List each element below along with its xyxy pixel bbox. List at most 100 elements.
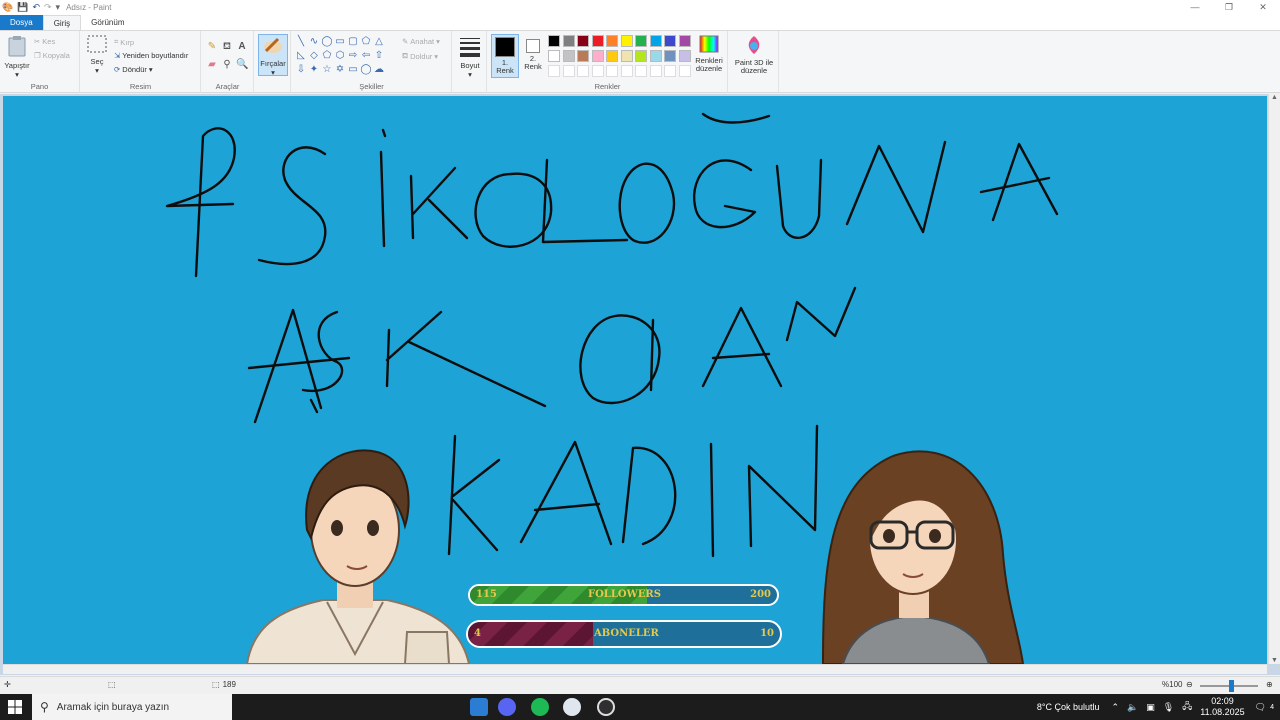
maximize-button[interactable]: ❐ — [1212, 0, 1246, 14]
palette-swatch[interactable] — [649, 35, 662, 47]
scroll-down-icon[interactable]: ▼ — [1271, 657, 1278, 664]
shape-right-triangle-icon[interactable]: ◺ — [295, 50, 307, 62]
palette-swatch[interactable] — [635, 50, 647, 62]
microphone-icon[interactable]: 🎙 — [1163, 702, 1174, 713]
palette-swatch[interactable] — [620, 50, 633, 62]
fill-bucket-icon[interactable]: ⛾ — [221, 41, 233, 53]
shape-pentagon-icon[interactable]: ⬠ — [321, 50, 333, 62]
palette-swatch[interactable] — [562, 50, 575, 62]
shape-callout-rect-icon[interactable]: ▭ — [347, 64, 359, 76]
palette-swatch-empty[interactable] — [606, 65, 618, 77]
tab-home[interactable]: Giriş — [42, 15, 82, 30]
redo-icon[interactable]: ↷ — [44, 2, 52, 13]
resize-button[interactable]: ⇲ Yeniden boyutlandır — [114, 51, 188, 60]
undo-icon[interactable]: ↶ — [32, 2, 40, 13]
show-hidden-icons-icon[interactable]: ⌃ — [1112, 702, 1120, 713]
scroll-up-icon[interactable]: ▲ — [1271, 94, 1278, 101]
palette-swatch[interactable] — [620, 35, 633, 47]
fill-button[interactable]: ⛾ Doldur ▾ — [402, 51, 438, 61]
shape-hexagon-icon[interactable]: ⬡ — [334, 50, 346, 62]
minimize-button[interactable]: — — [1178, 0, 1212, 14]
network-icon[interactable]: 🖧 — [1182, 699, 1192, 715]
shape-star5-icon[interactable]: ☆ — [321, 64, 333, 76]
shape-arrow-down-icon[interactable]: ⇩ — [295, 64, 307, 76]
close-button[interactable]: ✕ — [1246, 0, 1280, 14]
tab-file[interactable]: Dosya — [0, 15, 43, 30]
cut-button[interactable]: ✂ Kes — [34, 37, 55, 46]
palette-swatch-empty[interactable] — [577, 65, 589, 77]
shapes-gallery[interactable]: ╲ ∿ ◯ ▭ ▢ ⬠ △ ◺ ◇ ⬠ ⬡ ⇨ ⇦ ⇧ ⇩ ✦ ☆ ✡ ▭ ◯ … — [295, 36, 393, 78]
magnifier-icon[interactable]: 🔍 — [236, 59, 248, 71]
palette-swatch-empty[interactable] — [649, 65, 662, 77]
speaker-icon[interactable]: 🔈 — [1127, 702, 1138, 713]
palette-swatch[interactable] — [591, 50, 604, 62]
shape-line-icon[interactable]: ╲ — [295, 36, 307, 48]
shape-rounded-rect-icon[interactable]: ▢ — [347, 36, 359, 48]
shape-polygon-icon[interactable]: ⬠ — [360, 36, 372, 48]
palette-swatch[interactable] — [635, 35, 647, 47]
palette-swatch[interactable] — [649, 50, 662, 62]
save-icon[interactable]: 💾 — [17, 2, 28, 13]
vertical-scrollbar[interactable]: ▲ ▼ — [1268, 94, 1280, 664]
color1-button[interactable]: 1. Renk — [491, 34, 519, 78]
shape-arrow-up-icon[interactable]: ⇧ — [373, 50, 385, 62]
paste-dropdown-icon[interactable]: ▾ — [4, 70, 30, 79]
camera-icon[interactable]: ▣ — [1146, 702, 1155, 713]
select-button[interactable]: Seç ▾ — [85, 35, 109, 75]
palette-swatch[interactable] — [577, 35, 589, 47]
palette-swatch[interactable] — [548, 35, 560, 47]
paste-button[interactable]: Yapıştır ▾ — [4, 35, 30, 79]
size-button[interactable]: Boyut ▾ — [457, 35, 483, 79]
shape-star6-icon[interactable]: ✡ — [334, 64, 346, 76]
palette-swatch-empty[interactable] — [678, 65, 691, 77]
shape-star4-icon[interactable]: ✦ — [308, 64, 320, 76]
shape-callout-oval-icon[interactable]: ◯ — [360, 64, 372, 76]
spotify-icon[interactable] — [531, 698, 549, 716]
taskbar-app-icon[interactable] — [470, 698, 488, 716]
shape-arrow-left-icon[interactable]: ⇦ — [360, 50, 372, 62]
shape-curve-icon[interactable]: ∿ — [308, 36, 320, 48]
paint-taskbar-icon[interactable] — [563, 698, 581, 716]
zoom-in-icon[interactable]: ⊕ — [1266, 680, 1273, 689]
outline-button[interactable]: ✎ Anahat ▾ — [402, 37, 440, 46]
drawing-canvas[interactable]: 115 FOLLOWERS 200 4 ABONELER 10 — [3, 96, 1267, 664]
notification-icon[interactable]: 🗨 — [1255, 702, 1266, 713]
color-picker-icon[interactable]: ⚲ — [221, 59, 233, 71]
text-tool-icon[interactable]: A — [236, 41, 248, 53]
copy-button[interactable]: ❐ Kopyala — [34, 51, 70, 60]
customize-qa-icon[interactable]: ▾ — [56, 2, 61, 13]
windows-start-icon[interactable] — [8, 700, 22, 714]
paint3d-button[interactable]: Paint 3D ile düzenle — [732, 35, 776, 75]
shape-oval-icon[interactable]: ◯ — [321, 36, 333, 48]
taskbar-search[interactable]: ⚲ Aramak için buraya yazın — [32, 694, 232, 720]
palette-swatch-empty[interactable] — [635, 65, 647, 77]
crop-button[interactable]: ⌗ Kırp — [114, 37, 134, 47]
obs-icon[interactable] — [597, 698, 615, 716]
tab-view[interactable]: Görünüm — [81, 15, 134, 30]
zoom-out-icon[interactable]: ⊖ — [1186, 680, 1193, 689]
palette-swatch[interactable] — [606, 35, 618, 47]
palette-swatch-empty[interactable] — [562, 65, 575, 77]
palette-swatch[interactable] — [678, 35, 691, 47]
horizontal-scrollbar[interactable] — [3, 664, 1267, 674]
eraser-icon[interactable]: ▰ — [206, 59, 218, 71]
pencil-icon[interactable]: ✎ — [206, 41, 218, 53]
palette-swatch[interactable] — [562, 35, 575, 47]
palette-swatch-empty[interactable] — [620, 65, 633, 77]
weather-text[interactable]: 8°C Çok bulutlu — [1037, 702, 1100, 712]
palette-swatch[interactable] — [548, 50, 560, 62]
shape-arrow-right-icon[interactable]: ⇨ — [347, 50, 359, 62]
palette-swatch[interactable] — [664, 50, 676, 62]
palette-swatch[interactable] — [678, 50, 691, 62]
shape-diamond-icon[interactable]: ◇ — [308, 50, 320, 62]
rotate-button[interactable]: ⟳ Döndür ▾ — [114, 65, 153, 74]
palette-swatch[interactable] — [577, 50, 589, 62]
shape-callout-cloud-icon[interactable]: ☁ — [373, 64, 385, 76]
shape-triangle-icon[interactable]: △ — [373, 36, 385, 48]
palette-swatch[interactable] — [606, 50, 618, 62]
brushes-button[interactable]: Fırçalar ▾ — [258, 34, 288, 77]
edit-colors-button[interactable]: Renkleri düzenle — [694, 35, 724, 73]
palette-swatch[interactable] — [664, 35, 676, 47]
select-dropdown-icon[interactable]: ▾ — [85, 66, 109, 75]
palette-swatch-empty[interactable] — [591, 65, 604, 77]
